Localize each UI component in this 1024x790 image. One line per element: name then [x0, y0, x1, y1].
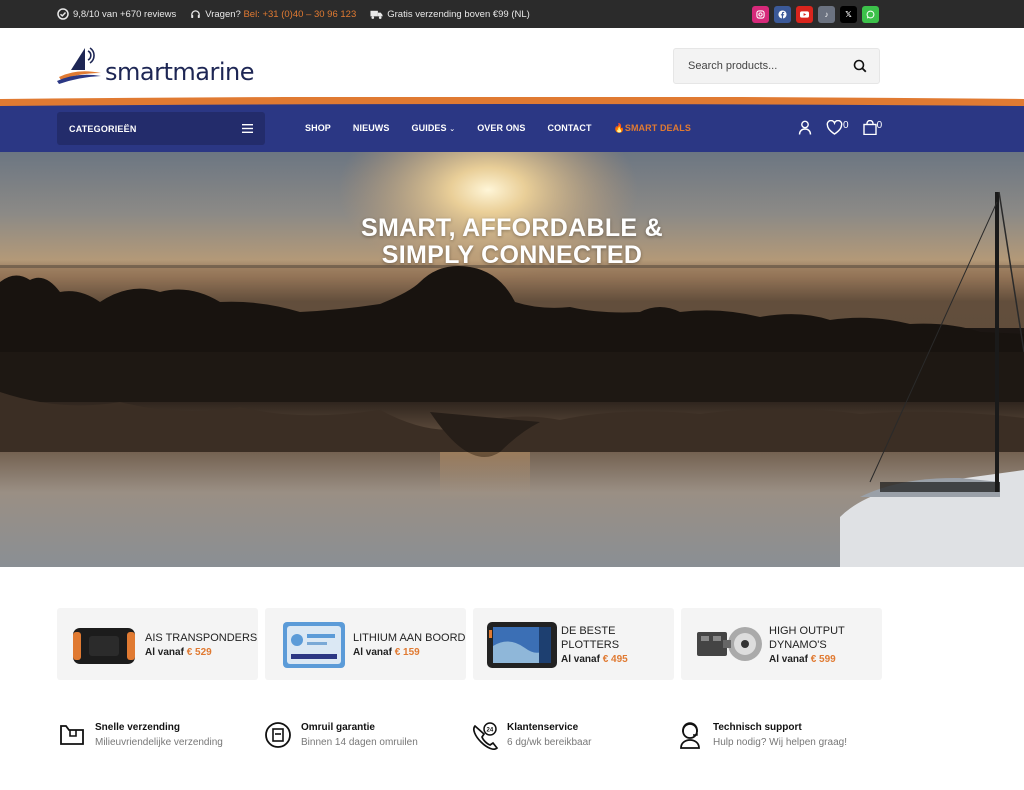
card-price: Al vanaf € 599: [769, 654, 882, 665]
card-price: Al vanaf € 159: [353, 647, 465, 658]
usp-subtitle: 6 dg/wk bereikbaar: [507, 737, 592, 748]
search-icon[interactable]: [853, 59, 867, 73]
fire-icon: 🔥: [613, 122, 625, 133]
usp-title: Snelle verzending: [95, 722, 181, 733]
chevron-down-icon: ⌄: [449, 126, 456, 133]
price-value: € 599: [810, 653, 836, 665]
phone-24-icon: 24: [472, 722, 499, 750]
category-card-dynamos[interactable]: HIGH OUTPUT DYNAMO'S Al vanaf € 599: [681, 608, 882, 680]
categories-label: CATEGORIEËN: [69, 123, 137, 134]
shipping-text: Gratis verzending boven €99 (NL): [387, 8, 530, 20]
youtube-icon[interactable]: [796, 6, 813, 23]
category-card-plotters[interactable]: DE BESTE PLOTTERS Al vanaf € 495: [473, 608, 674, 680]
logo-sail-icon: [57, 47, 101, 84]
dynamo-image: [693, 616, 765, 672]
nav-item-guides-label: GUIDES: [411, 123, 447, 133]
reviews-info[interactable]: 9,8/10 van +670 reviews: [57, 8, 176, 20]
whatsapp-icon[interactable]: [862, 6, 879, 23]
truck-icon: [370, 10, 383, 19]
site-logo[interactable]: smartmarine: [57, 46, 254, 84]
facebook-icon[interactable]: [774, 6, 791, 23]
cart-count: 0: [876, 120, 883, 131]
exchange-icon: [265, 722, 291, 748]
usp-customer-service: 24 Klantenservice 6 dg/wk bereikbaar: [469, 720, 675, 750]
category-cards: AIS TRANSPONDERS Al vanaf € 529 LITHIUM …: [57, 608, 889, 680]
menu-icon: [242, 124, 253, 133]
nav-item-nieuws[interactable]: NIEUWS: [353, 123, 390, 133]
plotter-image: [485, 616, 557, 672]
usp-exchange: Omruil garantie Binnen 14 dagen omruilen: [263, 720, 469, 750]
nav-actions: 0 0: [798, 120, 896, 135]
box-icon: [60, 725, 84, 745]
price-value: € 495: [602, 653, 628, 665]
usp-subtitle: Milieuvriendelijke verzending: [95, 737, 223, 748]
nav-item-smart-deals[interactable]: 🔥SMART DEALS: [614, 123, 691, 134]
card-title: HIGH OUTPUT DYNAMO'S: [769, 624, 845, 651]
category-card-ais[interactable]: AIS TRANSPONDERS Al vanaf € 529: [57, 608, 258, 680]
nav-item-guides[interactable]: GUIDES ⌄: [412, 123, 456, 133]
phone-info[interactable]: Vragen? Bel: +31 (0)40 – 30 96 123: [190, 9, 356, 20]
price-prefix: Al vanaf: [769, 653, 808, 665]
category-card-lithium[interactable]: LITHIUM AAN BOORD Al vanaf € 159: [265, 608, 466, 680]
price-prefix: Al vanaf: [353, 646, 392, 658]
categories-button[interactable]: CATEGORIEËN: [57, 112, 265, 145]
card-title: DE BESTE PLOTTERS: [561, 624, 620, 651]
hero-title-line-1: SMART, AFFORDABLE &: [361, 214, 663, 242]
nav-menu: SHOP NIEUWS GUIDES ⌄ OVER ONS CONTACT 🔥S…: [305, 109, 713, 147]
usp-title: Klantenservice: [507, 722, 579, 733]
instagram-icon[interactable]: [752, 6, 769, 23]
nav-item-smart-deals-label: SMART DEALS: [624, 122, 691, 133]
usp-title: Technisch support: [713, 722, 802, 733]
usp-shipping: Snelle verzending Milieuvriendelijke verz…: [57, 720, 263, 750]
usp-title: Omruil garantie: [301, 722, 375, 733]
usp-subtitle: Binnen 14 dagen omruilen: [301, 737, 418, 748]
search-bar: [673, 48, 880, 84]
main-nav: CATEGORIEËN SHOP NIEUWS GUIDES ⌄ OVER ON…: [0, 109, 1024, 152]
shopping-bag-icon: [862, 120, 877, 135]
support-agent-icon: [680, 722, 700, 749]
price-prefix: Al vanaf: [561, 653, 600, 665]
usp-tech-support: Technisch support Hulp nodig? Wij helpen …: [675, 720, 881, 750]
tiktok-icon[interactable]: ♪: [818, 6, 835, 23]
account-icon[interactable]: [798, 120, 812, 135]
search-input[interactable]: [688, 60, 853, 72]
hero-title-line-2: SIMPLY CONNECTED: [381, 241, 643, 269]
review-badge-icon: [57, 8, 69, 20]
top-bar: 9,8/10 van +670 reviews Vragen? Bel: +31…: [0, 0, 1024, 28]
svg-text:24: 24: [487, 728, 494, 734]
price-value: € 159: [394, 646, 420, 658]
usp-subtitle: Hulp nodig? Wij helpen graag!: [713, 737, 847, 748]
heart-icon: [826, 120, 843, 135]
social-links: ♪ 𝕏: [752, 6, 884, 23]
hero-banner[interactable]: SMART, AFFORDABLE & SIMPLY CONNECTED: [0, 152, 1024, 567]
lithium-battery-image: [277, 616, 349, 672]
hero-title: SMART, AFFORDABLE & SIMPLY CONNECTED: [300, 215, 724, 269]
nav-item-shop[interactable]: SHOP: [305, 123, 331, 133]
wishlist-button[interactable]: 0: [826, 120, 849, 135]
headset-icon: [191, 9, 201, 18]
ais-transponder-image: [69, 616, 141, 672]
reviews-text: 9,8/10 van +670 reviews: [73, 8, 177, 20]
shipping-info: Gratis verzending boven €99 (NL): [370, 9, 530, 20]
card-price: Al vanaf € 495: [561, 654, 674, 665]
questions-label: Vragen?: [205, 8, 241, 20]
site-header: smartmarine: [0, 28, 1024, 100]
card-title: LITHIUM AAN BOORD: [353, 631, 466, 644]
wishlist-count: 0: [843, 120, 849, 131]
card-price: Al vanaf € 529: [145, 647, 257, 658]
x-icon[interactable]: 𝕏: [840, 6, 857, 23]
price-value: € 529: [186, 646, 212, 658]
usp-row: Snelle verzending Milieuvriendelijke verz…: [57, 720, 881, 750]
phone-link[interactable]: Bel: +31 (0)40 – 30 96 123: [243, 9, 356, 20]
nav-item-over-ons[interactable]: OVER ONS: [477, 123, 525, 133]
logo-text: smartmarine: [105, 58, 254, 86]
cart-button[interactable]: 0: [862, 120, 883, 135]
nav-item-contact[interactable]: CONTACT: [548, 123, 592, 133]
card-title: AIS TRANSPONDERS: [145, 631, 258, 644]
price-prefix: Al vanaf: [145, 646, 184, 658]
